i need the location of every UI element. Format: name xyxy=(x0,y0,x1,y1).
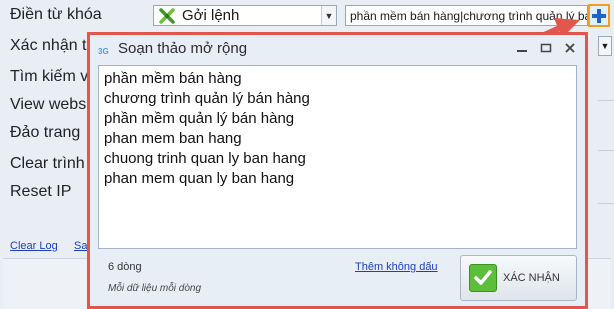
extended-editor-dialog: 3G Soạn thảo mở rộng phần mềm bán hàng c… xyxy=(87,32,588,309)
keyword-editor-textarea[interactable]: phần mềm bán hàng chương trình quản lý b… xyxy=(98,65,577,249)
form-label-reset-ip: Reset IP xyxy=(10,183,72,200)
checkmark-icon xyxy=(469,264,497,292)
form-label-keyword: Điền từ khóa xyxy=(10,6,102,23)
minimize-button[interactable] xyxy=(515,41,529,55)
command-select[interactable]: Gởi lệnh ▼ xyxy=(153,5,337,26)
editor-line: phần mềm bán hàng xyxy=(104,70,242,87)
editor-line: chuong trinh quan ly ban hang xyxy=(104,150,306,167)
command-select-value: Gởi lệnh xyxy=(182,7,240,24)
hint-text: Mỗi dữ liệu mỗi dòng xyxy=(108,283,202,294)
close-icon xyxy=(565,43,575,53)
confirm-button[interactable]: XÁC NHẬN xyxy=(460,255,577,301)
chevron-down-icon[interactable]: ▼ xyxy=(321,6,336,25)
maximize-icon xyxy=(540,43,552,53)
clear-log-link[interactable]: Clear Log xyxy=(10,240,58,252)
editor-line: chương trình quản lý bán hàng xyxy=(104,90,310,107)
line-count: 6 dòng xyxy=(108,261,142,273)
row-divider xyxy=(598,100,614,101)
confirm-button-label: XÁC NHẬN xyxy=(503,272,560,284)
editor-line: phần mềm quản lý bán hàng xyxy=(104,110,295,127)
form-label-search: Tìm kiếm v xyxy=(10,68,89,85)
add-no-accent-link[interactable]: Thêm không dấu xyxy=(355,261,438,273)
editor-line: phan mem ban hang xyxy=(104,130,242,147)
editor-line: phan mem quan ly ban hang xyxy=(104,170,295,187)
bottom-link-2[interactable]: Sa xyxy=(74,240,87,252)
form-label-clear-browser: Clear trình xyxy=(10,155,85,172)
form-label-confirm: Xác nhận t xyxy=(10,37,87,54)
chevron-down-icon[interactable]: ▼ xyxy=(598,36,612,56)
form-label-shuffle-page: Đảo trang xyxy=(10,124,81,141)
tools-icon xyxy=(158,7,176,25)
row-divider xyxy=(598,150,614,151)
form-label-view-website: View webs xyxy=(10,96,87,113)
maximize-button[interactable] xyxy=(539,41,553,55)
dialog-title-bar: 3G Soạn thảo mở rộng xyxy=(90,35,585,62)
expand-editor-button[interactable] xyxy=(588,4,610,27)
row-divider xyxy=(598,203,614,204)
plus-icon xyxy=(592,8,606,23)
minimize-icon xyxy=(517,50,527,52)
dialog-title: Soạn thảo mở rộng xyxy=(118,40,248,57)
app-logo-icon: 3G xyxy=(98,46,109,56)
close-button[interactable] xyxy=(563,41,577,55)
